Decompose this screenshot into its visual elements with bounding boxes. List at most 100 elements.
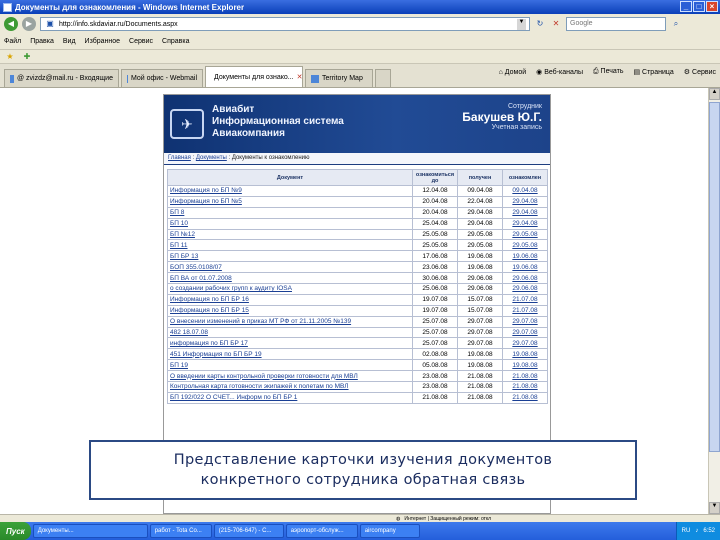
maximize-button[interactable]: □: [693, 1, 705, 12]
document-link[interactable]: БП 192/022 О СЧЕТ... Информ по БП БР 1: [167, 391, 413, 404]
document-link[interactable]: 482 18.07.08: [167, 326, 413, 339]
acknowledged-cell[interactable]: 29.07.08: [502, 315, 548, 328]
favorites-star-icon[interactable]: ★: [4, 51, 16, 63]
menu-file[interactable]: Файл: [4, 38, 21, 45]
document-link[interactable]: информация по БП БР 17: [167, 337, 413, 350]
column-received[interactable]: получен: [457, 169, 503, 186]
back-button[interactable]: ◀: [4, 17, 18, 31]
acknowledged-cell[interactable]: 21.08.08: [502, 381, 548, 393]
start-button[interactable]: Пуск: [0, 522, 31, 540]
document-link[interactable]: Информация по БП БР 16: [167, 293, 413, 306]
menu-edit[interactable]: Правка: [30, 38, 54, 45]
table-row: БП 11 25.05.08 29.05.08 29.05.08: [167, 239, 548, 252]
scroll-down-arrow-icon[interactable]: ▼: [709, 502, 720, 514]
acknowledged-cell[interactable]: 29.06.08: [502, 283, 548, 295]
add-favorites-icon[interactable]: ✚: [21, 51, 33, 63]
window-titlebar: Документы для ознакомления - Windows Int…: [0, 0, 720, 14]
acknowledged-cell[interactable]: 21.08.08: [502, 370, 548, 383]
acknowledged-cell[interactable]: 29.07.08: [502, 326, 548, 339]
url-dropdown-icon[interactable]: ▼: [517, 18, 526, 30]
due-date-cell: 20.04.08: [412, 206, 458, 219]
document-link[interactable]: БП №12: [167, 228, 413, 241]
acknowledged-cell[interactable]: 19.08.08: [502, 348, 548, 361]
user-role: Сотрудник: [507, 103, 542, 110]
acknowledged-cell[interactable]: 29.06.08: [502, 272, 548, 285]
document-link[interactable]: БП 11: [167, 239, 413, 252]
column-due-date[interactable]: ознакомиться до: [412, 169, 458, 186]
print-button[interactable]: ⎙ Печать: [593, 68, 623, 76]
taskbar-item-label: аэропорт-обслуж...: [290, 528, 344, 534]
search-icon[interactable]: ⌕: [670, 18, 682, 30]
minimize-button[interactable]: _: [680, 1, 692, 12]
breadcrumb-home[interactable]: Главная: [168, 155, 191, 161]
acknowledged-cell[interactable]: 19.06.08: [502, 250, 548, 263]
acknowledged-cell[interactable]: 19.08.08: [502, 359, 548, 372]
document-link[interactable]: БП ВА от 01.07.2008: [167, 272, 413, 285]
document-link[interactable]: О введении карты контрольной проверки го…: [167, 370, 413, 383]
document-link[interactable]: БП 19: [167, 359, 413, 372]
search-input[interactable]: Google: [566, 17, 666, 31]
acknowledged-cell[interactable]: 21.07.08: [502, 304, 548, 317]
document-link[interactable]: 451 Информация по БП БР 19: [167, 348, 413, 361]
tab-territory-map[interactable]: Territory Map: [305, 69, 373, 87]
acknowledged-cell[interactable]: 29.05.08: [502, 228, 548, 241]
table-row: Информация по БП БР 16 19.07.08 15.07.08 21…: [167, 293, 548, 306]
vertical-scrollbar[interactable]: ▲ ▼: [708, 88, 720, 514]
feeds-button[interactable]: ◉ Веб-каналы: [536, 68, 583, 76]
taskbar-item[interactable]: aircompany: [359, 524, 420, 538]
taskbar-item[interactable]: работ - Tota Co...: [149, 524, 212, 538]
document-link[interactable]: Информация по БП №5: [167, 195, 413, 208]
acknowledged-cell[interactable]: 29.04.08: [502, 206, 548, 219]
forward-button[interactable]: ▶: [22, 17, 36, 31]
menu-help[interactable]: Справка: [162, 38, 189, 45]
stop-icon[interactable]: ✕: [550, 18, 562, 30]
document-link[interactable]: Информация по БП №9: [167, 185, 413, 197]
document-link[interactable]: БОП 355.0108/07: [167, 261, 413, 274]
url-field[interactable]: ▣ http://info.skdaviar.ru/Documents.aspx…: [40, 17, 530, 31]
close-button[interactable]: ×: [706, 1, 718, 12]
breadcrumb-documents[interactable]: Документы: [196, 155, 227, 161]
home-button[interactable]: ⌂ Домой: [499, 69, 527, 76]
acknowledged-cell[interactable]: 29.04.08: [502, 217, 548, 230]
menu-tools[interactable]: Сервис: [129, 38, 153, 45]
volume-icon[interactable]: ♪: [695, 528, 698, 534]
document-link[interactable]: О внесении изменений в приказ МТ РФ от 2…: [167, 315, 413, 328]
tab-mail[interactable]: @ zvizdz@mail.ru - Входящие: [4, 69, 119, 87]
document-link[interactable]: Информация по БП БР 15: [167, 304, 413, 317]
table-row: БП 192/022 О СЧЕТ... Информ по БП БР 1 21…: [167, 391, 548, 404]
received-cell: 21.08.08: [457, 391, 503, 404]
taskbar-item[interactable]: аэропорт-обслуж...: [285, 524, 358, 538]
acknowledged-cell[interactable]: 21.08.08: [502, 391, 548, 404]
page-menu-button[interactable]: ▤ Страница: [633, 68, 673, 76]
account-link[interactable]: Учетная запись: [462, 124, 542, 131]
print-label: Печать: [600, 68, 624, 75]
acknowledged-cell[interactable]: 09.04.08: [502, 185, 548, 197]
acknowledged-cell[interactable]: 19.06.08: [502, 261, 548, 274]
refresh-icon[interactable]: ↻: [534, 18, 546, 30]
document-link[interactable]: БП 8: [167, 206, 413, 219]
language-indicator[interactable]: RU: [682, 528, 691, 534]
tab-webmail[interactable]: Мой офис - Webmail: [121, 69, 203, 87]
column-acknowledged[interactable]: ознакомлен: [502, 169, 548, 186]
table-row: О введении карты контрольной проверки го…: [167, 370, 548, 383]
due-date-cell: 17.06.08: [412, 250, 458, 263]
document-link[interactable]: БП 10: [167, 217, 413, 230]
document-link[interactable]: Контрольная карта готовности экипажей к …: [167, 381, 413, 393]
scroll-up-arrow-icon[interactable]: ▲: [709, 88, 720, 100]
taskbar-item[interactable]: Документы...: [32, 524, 148, 538]
acknowledged-cell[interactable]: 29.07.08: [502, 337, 548, 350]
acknowledged-cell[interactable]: 29.04.08: [502, 195, 548, 208]
menu-favorites[interactable]: Избранное: [85, 38, 120, 45]
tab-documents[interactable]: Документы для ознако... ✕: [205, 66, 303, 87]
scroll-thumb[interactable]: [709, 102, 720, 452]
column-document[interactable]: Документ: [167, 169, 413, 186]
taskbar-item[interactable]: (215-706-647) - C...: [213, 524, 284, 538]
acknowledged-cell[interactable]: 21.07.08: [502, 293, 548, 306]
acknowledged-cell[interactable]: 29.05.08: [502, 239, 548, 252]
document-link[interactable]: БП БР 13: [167, 250, 413, 263]
tab-close-icon[interactable]: ✕: [297, 73, 302, 81]
tools-menu-button[interactable]: ⚙ Сервис: [684, 68, 716, 76]
menu-view[interactable]: Вид: [63, 38, 76, 45]
new-tab-button[interactable]: [375, 69, 391, 87]
document-link[interactable]: о создании рабочих групп к аудиту IOSA: [167, 283, 413, 295]
